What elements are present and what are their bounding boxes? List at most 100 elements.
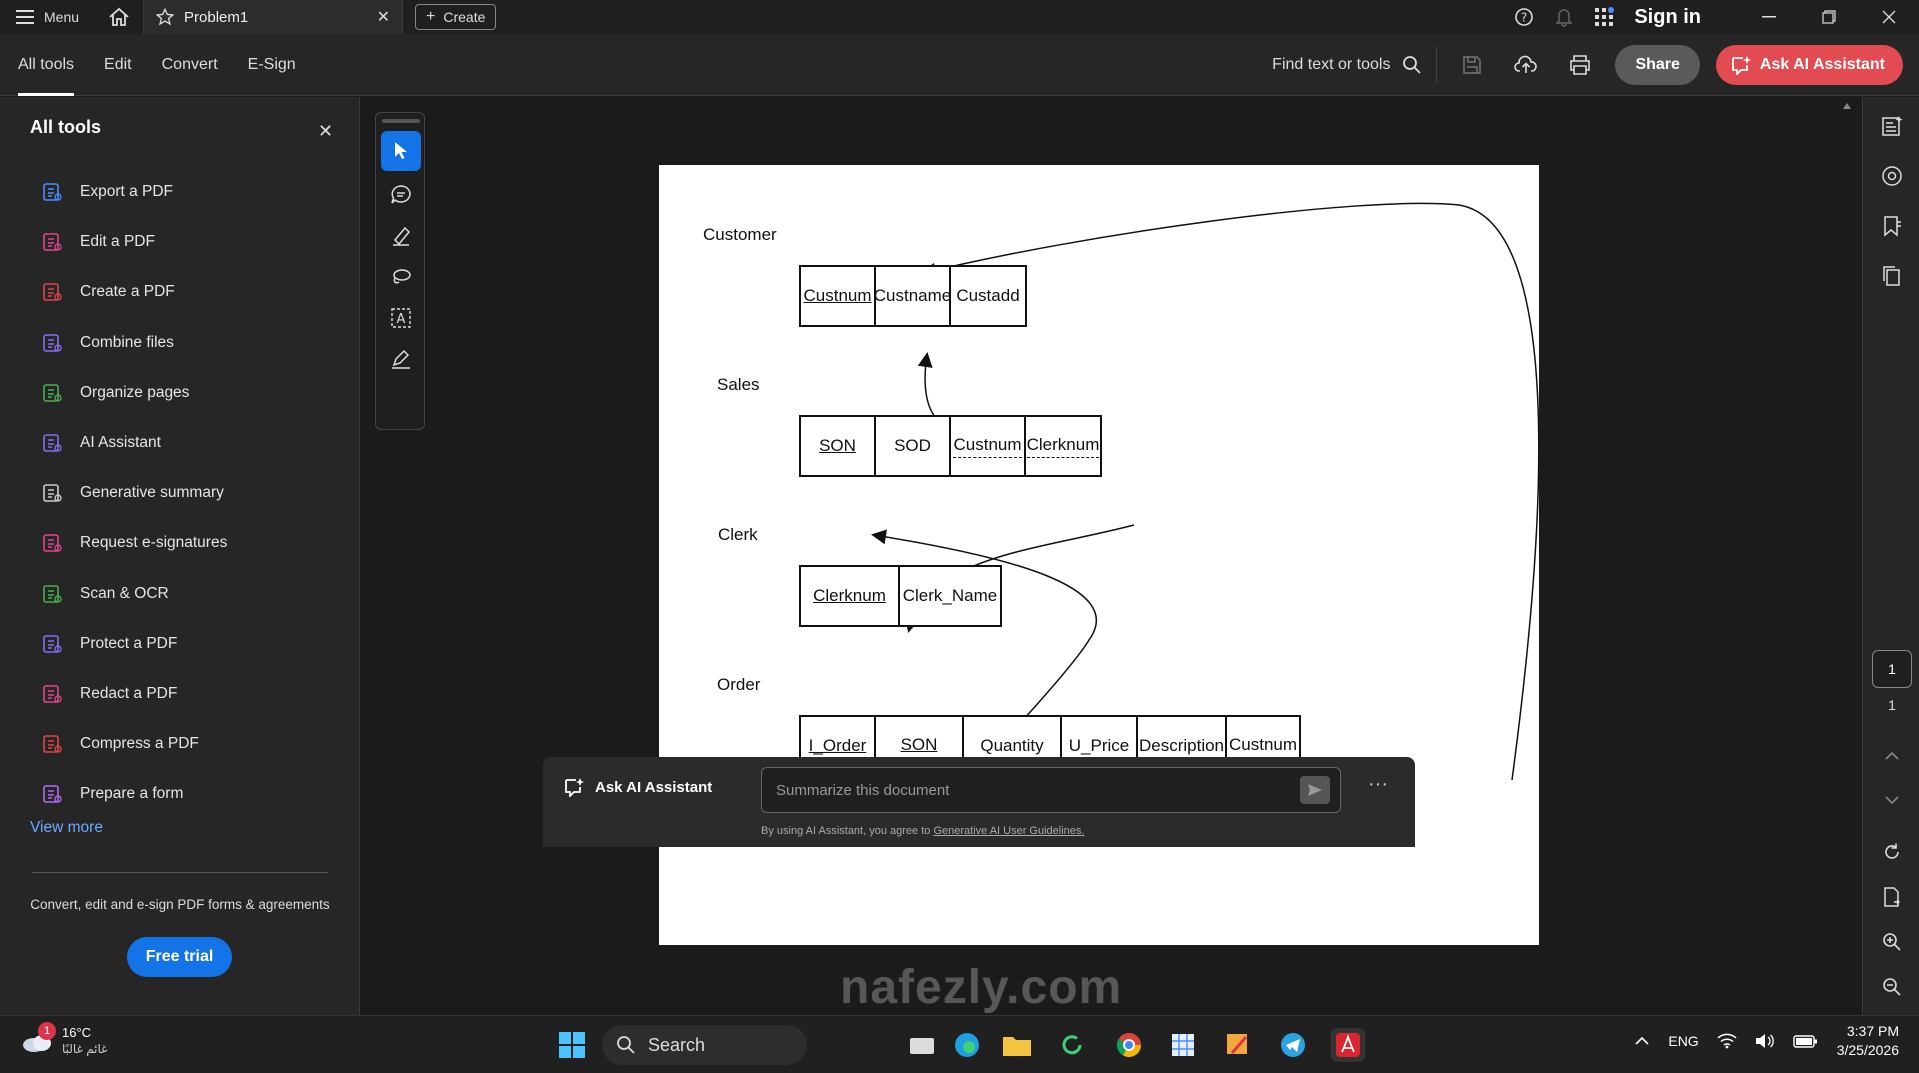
bookmark-icon <box>1884 216 1901 237</box>
apps-button[interactable] <box>1584 0 1624 34</box>
protect-pdf-icon <box>40 632 64 656</box>
scroll-up-arrow-icon[interactable] <box>1843 103 1851 109</box>
sign-tool-button[interactable] <box>381 339 421 379</box>
tool-item[interactable]: AI Assistant <box>40 418 227 468</box>
volume-icon[interactable] <box>1755 1033 1775 1049</box>
tool-item[interactable]: Generative summary <box>40 468 227 518</box>
task-view-button[interactable] <box>905 1028 939 1062</box>
star-icon[interactable] <box>156 8 175 26</box>
menu-button[interactable]: Menu <box>0 0 95 34</box>
vertical-scrollbar[interactable] <box>1840 97 1854 1015</box>
next-page-button[interactable] <box>1873 781 1911 819</box>
ai-prompt-input[interactable]: Summarize this document <box>761 767 1341 813</box>
tool-item[interactable]: Export a PDF <box>40 167 227 217</box>
bookmarks-rail-button[interactable] <box>1873 207 1911 245</box>
weather-description: غائم غالبًا <box>62 1042 108 1056</box>
zoom-out-button[interactable] <box>1873 968 1911 1006</box>
nav-edit[interactable]: Edit <box>104 34 132 96</box>
prepare-form-icon <box>40 782 64 806</box>
minimize-button[interactable] <box>1739 0 1799 34</box>
snipping-tool-button[interactable] <box>1166 1028 1200 1062</box>
nav-esign[interactable]: E-Sign <box>248 34 296 96</box>
comment-tool-button[interactable] <box>381 175 421 215</box>
relation-name-order: Order <box>717 675 761 694</box>
ai-guidelines-link[interactable]: Generative AI User Guidelines. <box>933 825 1084 837</box>
more-options-icon[interactable]: ··· <box>1368 773 1388 796</box>
send-prompt-button[interactable] <box>1300 776 1330 804</box>
edge-button[interactable] <box>950 1028 984 1062</box>
close-tab-icon[interactable]: ✕ <box>377 7 390 27</box>
restore-button[interactable] <box>1799 0 1859 34</box>
save-button[interactable] <box>1453 47 1491 83</box>
upload-cloud-button[interactable] <box>1507 47 1545 83</box>
telegram-button[interactable] <box>1276 1028 1310 1062</box>
draw-tool-button[interactable] <box>381 257 421 297</box>
nav-convert[interactable]: Convert <box>162 34 218 96</box>
tool-item[interactable]: Edit a PDF <box>40 217 227 267</box>
tool-item[interactable]: Compress a PDF <box>40 719 227 769</box>
document-tab[interactable]: Problem1 ✕ <box>143 0 404 34</box>
pages-rail-button[interactable] <box>1873 257 1911 295</box>
taskbar-search-icon <box>617 1036 635 1054</box>
battery-icon[interactable] <box>1793 1033 1819 1049</box>
select-tool-button[interactable] <box>381 131 421 171</box>
system-tray: ENG 3:37 PM 3/25/2026 <box>1634 1022 1899 1060</box>
tool-item[interactable]: Scan & OCR <box>40 569 227 619</box>
notifications-button[interactable] <box>1544 0 1584 34</box>
chrome-button[interactable] <box>1112 1028 1146 1062</box>
ask-ai-assistant-button[interactable]: Ask AI Assistant <box>1715 45 1903 85</box>
page-export-button[interactable] <box>1873 878 1911 916</box>
acrobat-button[interactable] <box>1331 1028 1365 1062</box>
home-button[interactable] <box>95 0 143 34</box>
ai-assistant-bar: Ask AI Assistant Summarize this document… <box>543 757 1415 847</box>
all-tools-panel: All tools ✕ Export a PDF Edit a PDF Create… <box>0 97 360 1015</box>
text-box-icon: A <box>391 308 411 328</box>
sign-in-button[interactable]: Sign in <box>1634 6 1701 29</box>
document-viewer[interactable]: Customer Custnum Custname Custadd Sales … <box>361 97 1847 1015</box>
tool-item[interactable]: Redact a PDF <box>40 669 227 719</box>
col-sod: SOD <box>894 436 931 455</box>
weather-notification-badge: 1 <box>38 1022 56 1040</box>
tray-overflow-chevron-icon[interactable] <box>1634 1036 1650 1046</box>
create-button[interactable]: + Create <box>415 4 497 30</box>
weather-widget[interactable]: 1 16°C غائم غالبًا <box>20 1022 108 1058</box>
find-text-or-tools[interactable]: Find text or tools <box>1272 47 1438 83</box>
text-box-tool-button[interactable]: A <box>381 298 421 338</box>
highlight-tool-button[interactable] <box>381 216 421 256</box>
input-language[interactable]: ENG <box>1668 1033 1698 1049</box>
tool-item[interactable]: Organize pages <box>40 368 227 418</box>
refresh-app-button[interactable] <box>1055 1028 1089 1062</box>
zoom-in-button[interactable] <box>1873 923 1911 961</box>
tool-item[interactable]: Request e-signatures <box>40 518 227 568</box>
file-explorer-button[interactable] <box>1000 1028 1034 1062</box>
current-page-input[interactable]: 1 <box>1872 650 1912 688</box>
paint-app-button[interactable] <box>1221 1028 1255 1062</box>
system-clock[interactable]: 3:37 PM 3/25/2026 <box>1837 1022 1899 1060</box>
menu-label: Menu <box>44 9 80 25</box>
rotate-button[interactable] <box>1873 833 1911 871</box>
col-clerk-name: Clerk_Name <box>902 586 998 605</box>
free-trial-button[interactable]: Free trial <box>127 937 232 977</box>
rail-drag-handle[interactable] <box>382 119 420 123</box>
tool-item[interactable]: Prepare a form <box>40 769 227 819</box>
close-window-button[interactable] <box>1859 0 1919 34</box>
share-button[interactable]: Share <box>1615 45 1700 85</box>
taskbar-search[interactable]: Search <box>602 1025 807 1065</box>
tab-title: Problem1 <box>184 8 249 26</box>
help-button[interactable]: ? <box>1504 0 1544 34</box>
tool-item[interactable]: Combine files <box>40 318 227 368</box>
print-button[interactable] <box>1561 47 1599 83</box>
tool-item[interactable]: Create a PDF <box>40 267 227 317</box>
tool-label: Generative summary <box>80 484 224 502</box>
start-button[interactable] <box>555 1028 589 1062</box>
close-panel-icon[interactable]: ✕ <box>318 121 333 142</box>
comments-rail-button[interactable] <box>1873 157 1911 195</box>
previous-page-button[interactable] <box>1873 737 1911 775</box>
generative-summary-rail-button[interactable] <box>1873 107 1911 145</box>
cloud-upload-icon <box>1514 55 1538 73</box>
wifi-icon[interactable] <box>1717 1033 1737 1049</box>
view-more-link[interactable]: View more <box>30 819 103 837</box>
telegram-icon <box>1281 1033 1305 1057</box>
nav-all-tools[interactable]: All tools <box>18 34 75 96</box>
tool-item[interactable]: Protect a PDF <box>40 619 227 669</box>
